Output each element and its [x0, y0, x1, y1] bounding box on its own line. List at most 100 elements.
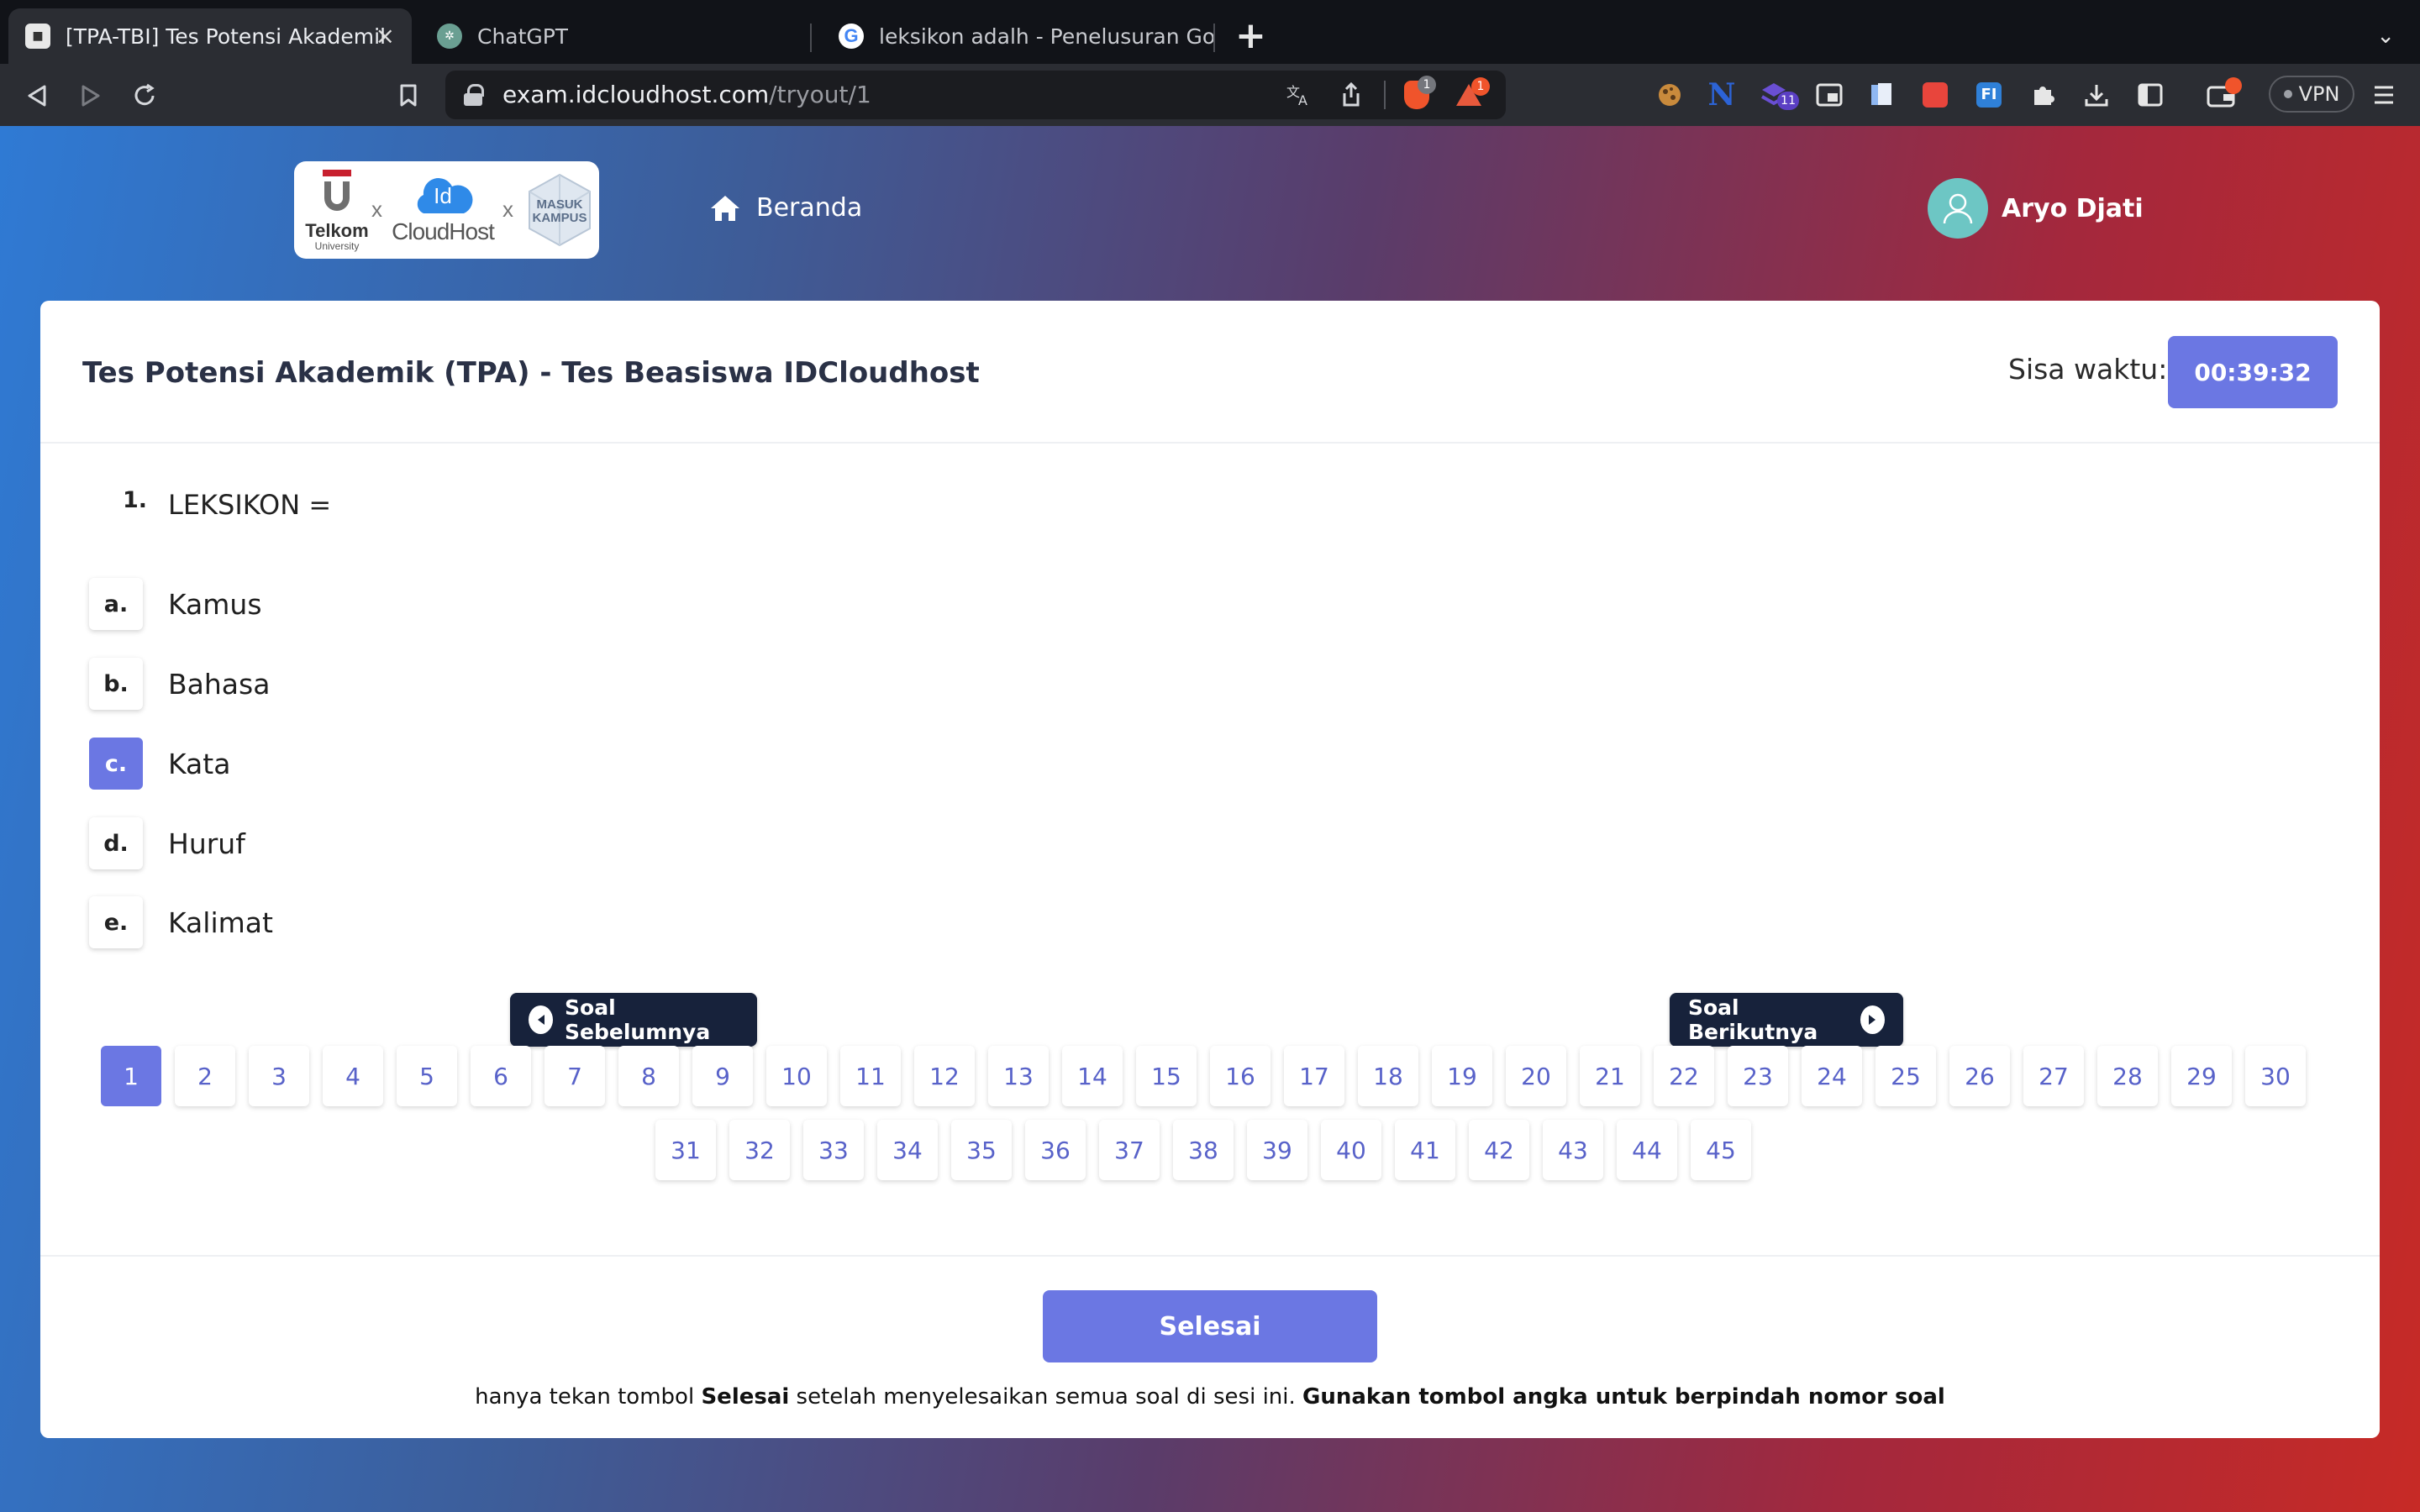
notion-extension-icon[interactable]: N [1704, 77, 1739, 113]
question-number-button[interactable]: 33 [803, 1120, 864, 1180]
note-bold-finish: Selesai [701, 1384, 790, 1410]
question-number-button[interactable]: 39 [1247, 1120, 1307, 1180]
question-number-button[interactable]: 26 [1949, 1046, 2010, 1106]
browser-toolbar: exam.idcloudhost.com/tryout/1 文A 1 1 N 1… [0, 64, 2420, 126]
question-number-button[interactable]: 31 [655, 1120, 716, 1180]
brave-rewards-icon[interactable]: 1 [1452, 77, 1490, 111]
question-number-button[interactable]: 34 [877, 1120, 938, 1180]
question-number-button[interactable]: 15 [1136, 1046, 1197, 1106]
nav-home-link[interactable]: Beranda [709, 193, 862, 223]
shields-badge: 1 [1418, 76, 1436, 94]
new-tab-plus-icon[interactable]: + [1235, 17, 1266, 55]
address-bar[interactable]: exam.idcloudhost.com/tryout/1 文A 1 1 [445, 71, 1506, 119]
finish-instruction: hanya tekan tombol Selesai setelah menye… [40, 1384, 2380, 1410]
question-number-button[interactable]: 25 [1876, 1046, 1936, 1106]
finish-button[interactable]: Selesai [1043, 1290, 1377, 1362]
question-number-button[interactable]: 14 [1062, 1046, 1123, 1106]
menu-hamburger-icon[interactable] [2366, 77, 2402, 113]
question-number-button[interactable]: 1 [101, 1046, 161, 1106]
lock-icon[interactable] [464, 84, 484, 106]
question-number-button[interactable]: 40 [1321, 1120, 1381, 1180]
question-number-button[interactable]: 43 [1543, 1120, 1603, 1180]
question-number-button[interactable]: 27 [2023, 1046, 2084, 1106]
question-number-button[interactable]: 24 [1802, 1046, 1862, 1106]
question-number-button[interactable]: 41 [1395, 1120, 1455, 1180]
question-number-button[interactable]: 17 [1284, 1046, 1344, 1106]
puzzle-extensions-icon[interactable] [2025, 77, 2060, 113]
question-number-button[interactable]: 28 [2097, 1046, 2158, 1106]
page-background: Telkom University x Id CloudHost x MASUK… [0, 126, 2420, 1512]
question-number-button[interactable]: 5 [397, 1046, 457, 1106]
masuk-kampus-text: MASUK KAMPUS [532, 197, 587, 225]
question-number-button[interactable]: 13 [988, 1046, 1049, 1106]
question-number-button[interactable]: 21 [1580, 1046, 1640, 1106]
tab-title: [TPA-TBI] Tes Potensi Akademik [66, 24, 385, 49]
chatgpt-favicon-icon: ✲ [437, 24, 462, 49]
telkom-logo-icon [323, 170, 351, 211]
google-favicon-icon: G [839, 24, 864, 49]
question-number-button[interactable]: 10 [766, 1046, 827, 1106]
partner-logos[interactable]: Telkom University x Id CloudHost x MASUK… [294, 161, 599, 259]
question-number-button[interactable]: 19 [1432, 1046, 1492, 1106]
question-number-button[interactable]: 6 [471, 1046, 531, 1106]
note-text: setelah menyelesaikan semua soal di sesi… [789, 1384, 1303, 1410]
question-number-button[interactable]: 20 [1506, 1046, 1566, 1106]
tab-tpa-exam[interactable]: ■ [TPA-TBI] Tes Potensi Akademik × [8, 8, 412, 64]
question-number-button[interactable]: 29 [2171, 1046, 2232, 1106]
download-icon[interactable] [2079, 77, 2114, 113]
share-icon[interactable] [1334, 79, 1368, 111]
question-number-button[interactable]: 23 [1728, 1046, 1788, 1106]
wallet-icon[interactable] [2203, 77, 2242, 113]
question-number-button[interactable]: 30 [2245, 1046, 2306, 1106]
question-number-button[interactable]: 8 [618, 1046, 679, 1106]
question-number-button[interactable]: 11 [840, 1046, 901, 1106]
docs-extension-icon[interactable] [1864, 77, 1899, 113]
brave-shields-icon[interactable]: 1 [1400, 76, 1436, 111]
question-number-button[interactable]: 2 [175, 1046, 235, 1106]
reload-icon[interactable] [126, 77, 163, 114]
back-icon[interactable] [18, 77, 55, 114]
cookie-extension-icon[interactable] [1652, 77, 1687, 113]
idcloudhost-logo: Id CloudHost [388, 176, 497, 252]
vpn-button[interactable]: VPN [2269, 76, 2354, 113]
user-name: Aryo Djati [2002, 193, 2144, 223]
question-number-button[interactable]: 22 [1654, 1046, 1714, 1106]
url-text[interactable]: exam.idcloudhost.com/tryout/1 [502, 81, 871, 108]
question-number-button[interactable]: 38 [1173, 1120, 1234, 1180]
note-bold-instruction: Gunakan tombol angka untuk berpindah nom… [1302, 1384, 1945, 1410]
red-extension-icon[interactable] [1918, 77, 1953, 113]
user-menu[interactable]: Aryo Djati [1928, 178, 2144, 239]
sidebar-toggle-icon[interactable] [2133, 77, 2168, 113]
masuk-kampus-logo: MASUK KAMPUS [526, 171, 593, 249]
tab-google-search[interactable]: G leksikon adalh - Penelusuran Google [822, 8, 1213, 64]
tab-search-chevron-down-icon[interactable]: ⌄ [2376, 24, 2395, 49]
question-number-button[interactable]: 18 [1358, 1046, 1418, 1106]
fi-extension-icon[interactable]: FI [1971, 77, 2007, 113]
divider [40, 1255, 2380, 1257]
url-path: /tryout/1 [769, 81, 871, 108]
question-number-button[interactable]: 32 [729, 1120, 790, 1180]
question-number-button[interactable]: 45 [1691, 1120, 1751, 1180]
question-number-button[interactable]: 12 [914, 1046, 975, 1106]
forward-icon[interactable] [72, 77, 109, 114]
question-number-button[interactable]: 16 [1210, 1046, 1270, 1106]
avatar [1928, 178, 1988, 239]
svg-text:A: A [1298, 92, 1307, 107]
question-number-button[interactable]: 4 [323, 1046, 383, 1106]
question-number-button[interactable]: 35 [951, 1120, 1012, 1180]
url-host: exam.idcloudhost.com [502, 81, 770, 108]
tab-chatgpt[interactable]: ✲ ChatGPT [420, 8, 807, 64]
stack-extension-icon[interactable]: 11 [1756, 77, 1799, 113]
question-number-button[interactable]: 36 [1025, 1120, 1086, 1180]
bookmark-icon[interactable] [390, 77, 427, 114]
question-number-button[interactable]: 7 [544, 1046, 605, 1106]
question-number-button[interactable]: 42 [1469, 1120, 1529, 1180]
picture-in-picture-icon[interactable] [1812, 77, 1847, 113]
close-icon[interactable]: × [376, 24, 395, 49]
question-number-button[interactable]: 44 [1617, 1120, 1677, 1180]
question-number-button[interactable]: 3 [249, 1046, 309, 1106]
extension-badge: 11 [1777, 92, 1799, 110]
question-number-button[interactable]: 9 [692, 1046, 753, 1106]
translate-icon[interactable]: 文A [1282, 79, 1316, 111]
question-number-button[interactable]: 37 [1099, 1120, 1160, 1180]
